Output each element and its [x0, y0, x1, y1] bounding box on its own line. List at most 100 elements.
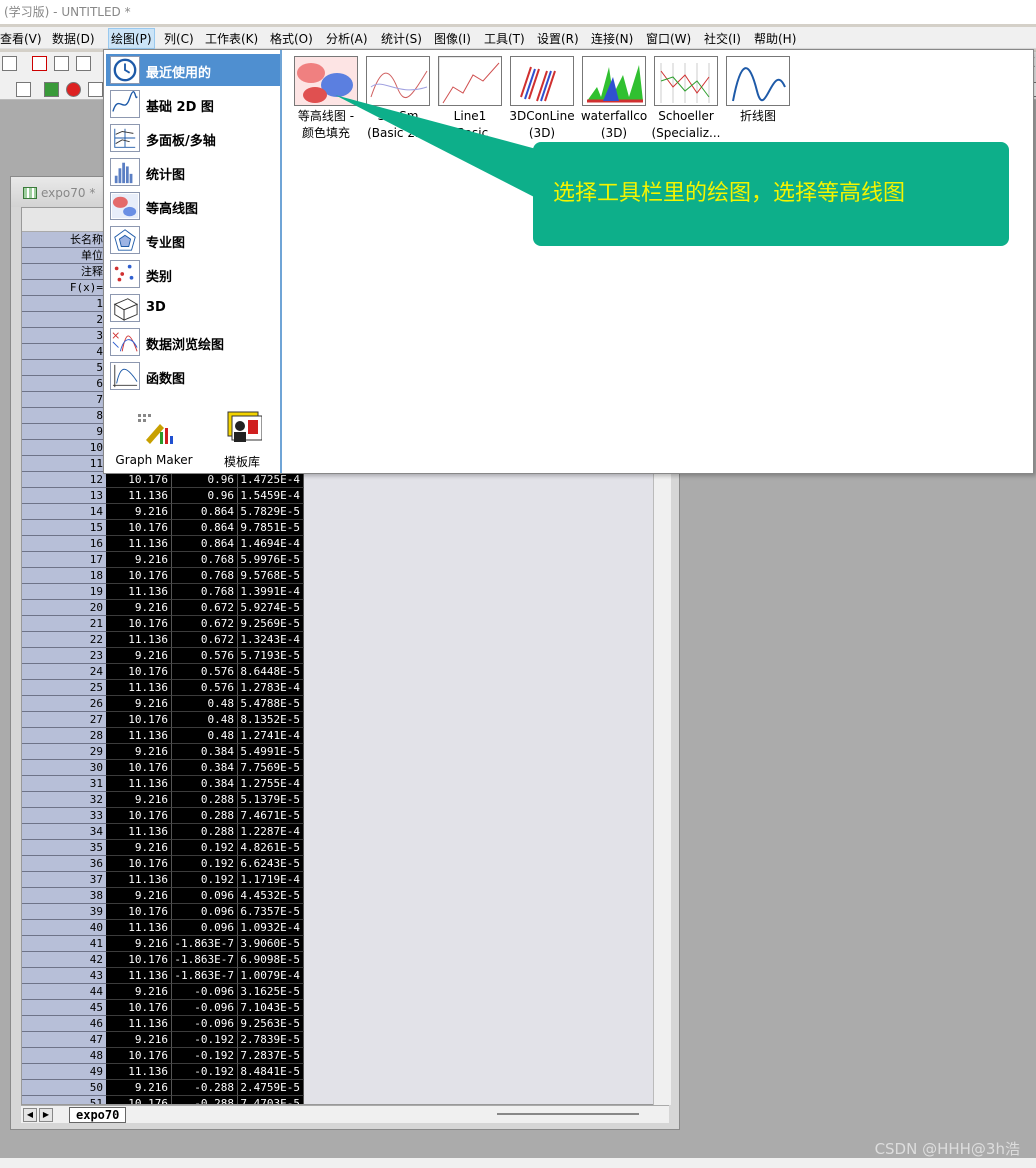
table-cell[interactable]: 11.136	[106, 1016, 172, 1032]
row-number[interactable]: 21	[22, 616, 106, 632]
table-cell[interactable]: 0.288	[172, 808, 238, 824]
row-number[interactable]: 32	[22, 792, 106, 808]
table-cell[interactable]: 9.216	[106, 504, 172, 520]
table-cell[interactable]: 0.768	[172, 568, 238, 584]
table-cell[interactable]: 10.176	[106, 1096, 172, 1104]
vertical-scrollbar[interactable]	[653, 471, 671, 1105]
row-number[interactable]: 30	[22, 760, 106, 776]
table-cell[interactable]: 10.176	[106, 952, 172, 968]
table-cell[interactable]: 9.2569E-5	[238, 616, 304, 632]
table-cell[interactable]: 11.136	[106, 920, 172, 936]
table-cell[interactable]: 10.176	[106, 1048, 172, 1064]
table-cell[interactable]: -0.288	[172, 1080, 238, 1096]
row-number[interactable]: 2	[22, 312, 106, 328]
row-number[interactable]: 3	[22, 328, 106, 344]
table-cell[interactable]: 10.176	[106, 712, 172, 728]
hscroll-thumb[interactable]	[497, 1113, 639, 1115]
table-cell[interactable]: 7.4671E-5	[238, 808, 304, 824]
table-cell[interactable]: 0.48	[172, 728, 238, 744]
menu-view[interactable]: 查看(V)	[0, 30, 42, 47]
table-cell[interactable]: -1.863E-7	[172, 936, 238, 952]
row-number[interactable]: 23	[22, 648, 106, 664]
table-cell[interactable]: 1.4725E-4	[238, 472, 304, 488]
table-cell[interactable]: 7.2837E-5	[238, 1048, 304, 1064]
row-header-label[interactable]: 长名称	[22, 232, 106, 248]
row-header-label[interactable]: 单位	[22, 248, 106, 264]
table-cell[interactable]: 7.1043E-5	[238, 1000, 304, 1016]
table-cell[interactable]: -0.096	[172, 984, 238, 1000]
table-cell[interactable]: 2.7839E-5	[238, 1032, 304, 1048]
recent-template-6[interactable]	[654, 56, 718, 106]
row-number[interactable]: 22	[22, 632, 106, 648]
menu-analysis[interactable]: 分析(A)	[326, 30, 368, 47]
table-cell[interactable]: 5.9976E-5	[238, 552, 304, 568]
recent-template-2[interactable]	[366, 56, 430, 106]
row-number[interactable]: 26	[22, 696, 106, 712]
table-cell[interactable]: 10.176	[106, 808, 172, 824]
menu-window[interactable]: 窗口(W)	[646, 30, 691, 47]
table-cell[interactable]: -0.096	[172, 1000, 238, 1016]
table-cell[interactable]: 11.136	[106, 632, 172, 648]
table-cell[interactable]: 0.384	[172, 760, 238, 776]
table-cell[interactable]: 9.216	[106, 840, 172, 856]
row-number[interactable]: 38	[22, 888, 106, 904]
refresh-icon[interactable]	[88, 82, 103, 97]
row-number[interactable]: 29	[22, 744, 106, 760]
horizontal-scrollbar[interactable]: ◀ ▶ expo70	[21, 1105, 669, 1123]
row-number[interactable]: 46	[22, 1016, 106, 1032]
table-cell[interactable]: 0.384	[172, 776, 238, 792]
plot-category-3[interactable]: 多面板/多轴	[106, 122, 280, 154]
row-number[interactable]: 19	[22, 584, 106, 600]
table-cell[interactable]: 9.7851E-5	[238, 520, 304, 536]
table-cell[interactable]: 7.7569E-5	[238, 760, 304, 776]
template-library-button[interactable]: 模板库	[202, 410, 282, 470]
table-cell[interactable]: 1.1719E-4	[238, 872, 304, 888]
table-cell[interactable]: 1.0932E-4	[238, 920, 304, 936]
sheet-tab[interactable]: expo70	[69, 1107, 127, 1123]
menu-image[interactable]: 图像(I)	[434, 30, 471, 47]
row-number[interactable]: 39	[22, 904, 106, 920]
table-cell[interactable]: 11.136	[106, 1064, 172, 1080]
table-cell[interactable]: 1.2287E-4	[238, 824, 304, 840]
add-layer-icon[interactable]	[44, 82, 59, 97]
row-number[interactable]: 11	[22, 456, 106, 472]
row-header-label[interactable]: F(x)=	[22, 280, 106, 296]
row-number[interactable]: 8	[22, 408, 106, 424]
table-cell[interactable]: 1.5459E-4	[238, 488, 304, 504]
pdf-icon[interactable]	[32, 56, 47, 71]
table-cell[interactable]: 11.136	[106, 968, 172, 984]
menu-column[interactable]: 列(C)	[164, 30, 194, 47]
table-cell[interactable]: 11.136	[106, 776, 172, 792]
row-number[interactable]: 35	[22, 840, 106, 856]
recent-template-label[interactable]: ScaSm (Basic 2D)	[358, 108, 438, 142]
table-cell[interactable]: -1.863E-7	[172, 952, 238, 968]
table-cell[interactable]: 8.4841E-5	[238, 1064, 304, 1080]
plot-category-2[interactable]: 基础 2D 图	[106, 88, 280, 120]
row-number[interactable]: 17	[22, 552, 106, 568]
row-number[interactable]: 47	[22, 1032, 106, 1048]
table-cell[interactable]: 0.192	[172, 856, 238, 872]
table-cell[interactable]: 9.216	[106, 1080, 172, 1096]
menu-plot[interactable]: 绘图(P)	[108, 28, 155, 49]
row-number[interactable]: 45	[22, 1000, 106, 1016]
table-cell[interactable]: 11.136	[106, 488, 172, 504]
table-cell[interactable]: -1.863E-7	[172, 968, 238, 984]
table-cell[interactable]: -0.192	[172, 1032, 238, 1048]
recent-template-5[interactable]	[582, 56, 646, 106]
table-cell[interactable]: 0.096	[172, 888, 238, 904]
table-cell[interactable]: 9.216	[106, 744, 172, 760]
table-cell[interactable]: 0.576	[172, 680, 238, 696]
table-cell[interactable]: 10.176	[106, 760, 172, 776]
graph-maker-button[interactable]: Graph Maker	[114, 410, 194, 467]
table-cell[interactable]: 5.4788E-5	[238, 696, 304, 712]
table-cell[interactable]: 1.0079E-4	[238, 968, 304, 984]
table-cell[interactable]: 6.6243E-5	[238, 856, 304, 872]
table-cell[interactable]: 10.176	[106, 520, 172, 536]
table-cell[interactable]: 6.9098E-5	[238, 952, 304, 968]
table-cell[interactable]: -0.192	[172, 1064, 238, 1080]
table-cell[interactable]: 1.2755E-4	[238, 776, 304, 792]
table-cell[interactable]: 9.216	[106, 1032, 172, 1048]
dropdown-icon[interactable]	[2, 56, 17, 71]
table-cell[interactable]: 0.288	[172, 824, 238, 840]
row-number[interactable]: 15	[22, 520, 106, 536]
